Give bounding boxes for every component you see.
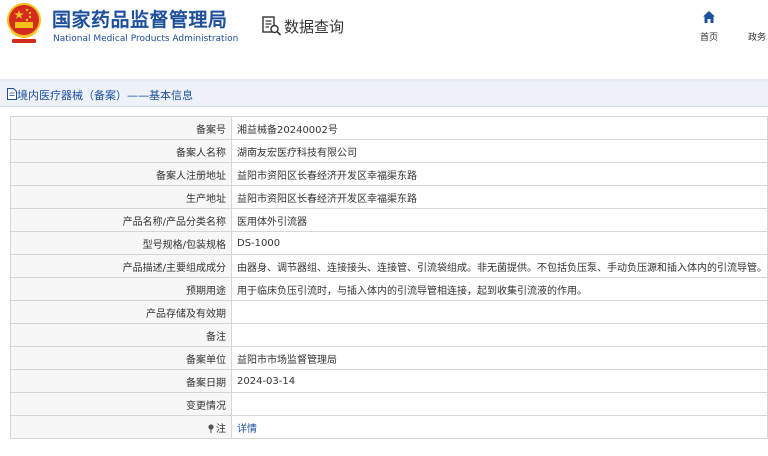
field-label: 备注 xyxy=(10,323,232,347)
basic-info-table: 备案号 湘益械备20240002号 备案人名称 湖南友宏医疗科技有限公司 备案人注册地址… xyxy=(10,116,768,439)
field-value: 益阳市资阳区长春经济开发区幸福渠东路 xyxy=(231,185,768,209)
table-row: 型号规格/包装规格 DS-1000 xyxy=(10,231,768,255)
note-label: 注 xyxy=(216,423,226,435)
nav-home[interactable]: 首页 xyxy=(692,8,726,43)
field-value: 用于临床负压引流时，与插入体内的引流导管相连接，起到收集引流液的作用。 xyxy=(231,277,768,301)
nav-government-affairs[interactable]: 政务 xyxy=(748,30,766,43)
org-name-cn: 国家药品监督管理局 xyxy=(52,9,228,31)
table-row: 预期用途 用于临床负压引流时，与插入体内的引流导管相连接，起到收集引流液的作用。 xyxy=(10,277,768,301)
field-value: 由器身、调节器组、连接接头、连接管、引流袋组成。非无菌提供。不包括负压泵、手动负… xyxy=(231,254,768,278)
field-label: 变更情况 xyxy=(10,392,232,416)
data-search-label: 数据查询 xyxy=(284,17,345,36)
nav-home-label: 首页 xyxy=(699,33,718,43)
site-header: 国家药品监督管理局 National Medical Products Admi… xyxy=(0,0,768,79)
table-row-note: 注 详情 xyxy=(10,415,768,439)
home-icon xyxy=(703,11,715,23)
table-row: 备案单位 益阳市市场监督管理局 xyxy=(10,346,768,370)
field-value: 医用体外引流器 xyxy=(231,208,768,232)
data-search-link[interactable]: 数据查询 xyxy=(262,14,344,38)
field-value: 益阳市资阳区长春经济开发区幸福渠东路 xyxy=(231,162,768,186)
pin-icon xyxy=(208,423,214,433)
field-label: 备案号 xyxy=(10,116,232,140)
page-title: 境内医疗器械（备案）——基本信息 xyxy=(17,89,193,102)
table-row: 产品描述/主要组成成分 由器身、调节器组、连接接头、连接管、引流袋组成。非无菌提供… xyxy=(10,254,768,278)
table-row: 备案人名称 湖南友宏医疗科技有限公司 xyxy=(10,139,768,163)
field-value xyxy=(231,300,768,324)
note-label-cell: 注 xyxy=(10,415,232,439)
search-document-icon xyxy=(262,16,282,36)
page-title-bar: 境内医疗器械（备案）——基本信息 xyxy=(0,82,768,107)
field-value xyxy=(231,392,768,416)
field-value: 益阳市市场监督管理局 xyxy=(231,346,768,370)
table-row: 备注 xyxy=(10,323,768,347)
table-row: 备案号 湘益械备20240002号 xyxy=(10,116,768,140)
field-label: 备案人名称 xyxy=(10,139,232,163)
field-label: 生产地址 xyxy=(10,185,232,209)
document-icon xyxy=(7,88,17,100)
field-label: 型号规格/包装规格 xyxy=(10,231,232,255)
table-row: 产品名称/产品分类名称 医用体外引流器 xyxy=(10,208,768,232)
field-label: 产品名称/产品分类名称 xyxy=(10,208,232,232)
field-label: 产品存储及有效期 xyxy=(10,300,232,324)
field-label: 备案日期 xyxy=(10,369,232,393)
field-label: 备案人注册地址 xyxy=(10,162,232,186)
note-value-cell: 详情 xyxy=(231,415,768,439)
field-label: 产品描述/主要组成成分 xyxy=(10,254,232,278)
field-value: 湖南友宏医疗科技有限公司 xyxy=(231,139,768,163)
field-value: DS-1000 xyxy=(231,231,768,255)
details-link[interactable]: 详情 xyxy=(237,424,257,435)
table-row: 产品存储及有效期 xyxy=(10,300,768,324)
field-label: 备案单位 xyxy=(10,346,232,370)
table-row: 备案人注册地址 益阳市资阳区长春经济开发区幸福渠东路 xyxy=(10,162,768,186)
field-value: 湘益械备20240002号 xyxy=(231,116,768,140)
national-emblem-icon xyxy=(7,3,41,43)
table-row: 变更情况 xyxy=(10,392,768,416)
table-row: 备案日期 2024-03-14 xyxy=(10,369,768,393)
field-label: 预期用途 xyxy=(10,277,232,301)
field-value: 2024-03-14 xyxy=(231,369,768,393)
org-name-en: National Medical Products Administration xyxy=(53,34,239,44)
table-row: 生产地址 益阳市资阳区长春经济开发区幸福渠东路 xyxy=(10,185,768,209)
field-value xyxy=(231,323,768,347)
